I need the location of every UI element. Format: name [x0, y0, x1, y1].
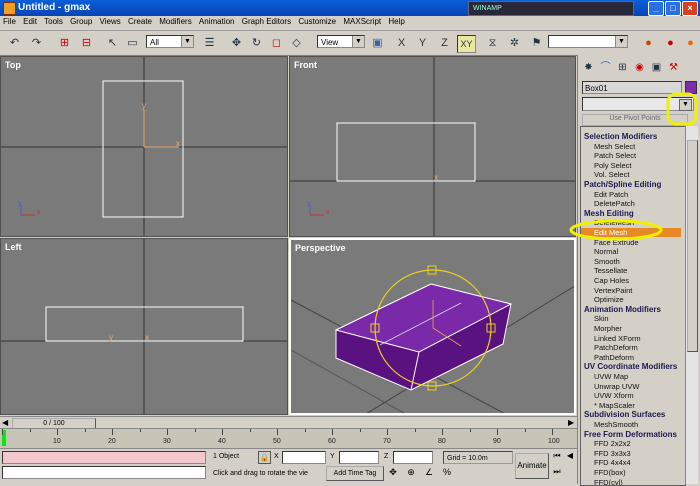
track-tick — [249, 429, 251, 432]
coord-x-label: X — [274, 453, 279, 460]
coord-x-field[interactable] — [282, 451, 326, 464]
track-tick — [57, 429, 58, 435]
grid-size-readout: Grid = 10.0m — [443, 451, 513, 464]
track-tick — [167, 429, 168, 435]
animate-button[interactable]: Animate — [515, 453, 549, 479]
track-tick — [84, 429, 86, 432]
track-tick-label: 70 — [383, 438, 391, 445]
snap-toggle-icon[interactable]: ⊕ — [404, 466, 418, 479]
coord-z-field[interactable] — [393, 451, 433, 464]
track-tick — [139, 429, 141, 432]
track-tick — [442, 429, 443, 435]
status-bar: 1 Object Click and drag to rotate the vi… — [0, 448, 577, 485]
prompt-line: Click and drag to rotate the vie — [213, 470, 308, 477]
selection-count: 1 Object — [213, 453, 240, 460]
track-tick — [194, 429, 196, 432]
prev-frame-icon[interactable]: ◀ — [2, 418, 8, 427]
track-tick — [414, 429, 416, 432]
track-tick — [2, 429, 3, 435]
angle-snap-icon[interactable]: ∠ — [422, 466, 436, 479]
go-to-start-icon[interactable]: ⏮ — [551, 451, 563, 463]
track-tick — [304, 429, 306, 432]
track-tick-label: 40 — [218, 438, 226, 445]
track-tick-label: 50 — [273, 438, 281, 445]
prev-key-icon[interactable]: ◀ — [564, 451, 576, 463]
next-frame-icon[interactable]: ▶ — [568, 418, 574, 427]
track-tick — [552, 429, 553, 435]
track-tick — [332, 429, 333, 435]
track-tick-label: 30 — [163, 438, 171, 445]
track-tick — [222, 429, 223, 435]
coord-y-field[interactable] — [339, 451, 379, 464]
track-bar[interactable]: 10 20 30 40 50 60 70 80 90 100 — [0, 428, 577, 449]
lock-selection-icon[interactable]: 🔒 — [258, 451, 271, 464]
track-tick — [359, 429, 361, 432]
track-tick-label: 60 — [328, 438, 336, 445]
maxscript-input-mini[interactable] — [2, 466, 206, 479]
coord-y-label: Y — [330, 453, 335, 460]
track-tick-label: 90 — [493, 438, 501, 445]
coord-z-label: Z — [384, 453, 389, 460]
annotation-overlay — [569, 92, 698, 241]
key-mode-icon[interactable]: ⏭ — [551, 467, 563, 479]
track-tick — [469, 429, 471, 432]
track-tick-label: 20 — [108, 438, 116, 445]
track-tick — [524, 429, 526, 432]
transform-gizmo-icon[interactable]: ✥ — [386, 466, 400, 479]
track-tick — [29, 429, 31, 432]
track-tick — [112, 429, 113, 435]
track-tick-label: 10 — [53, 438, 61, 445]
track-tick — [387, 429, 388, 435]
maxscript-listener-mini[interactable] — [2, 451, 206, 464]
track-tick-label: 80 — [438, 438, 446, 445]
add-time-tag-button[interactable]: Add Time Tag — [326, 466, 384, 481]
track-tick-label: 100 — [548, 438, 560, 445]
track-tick — [497, 429, 498, 435]
track-tick — [277, 429, 278, 435]
percent-snap-icon[interactable]: % — [440, 466, 454, 479]
